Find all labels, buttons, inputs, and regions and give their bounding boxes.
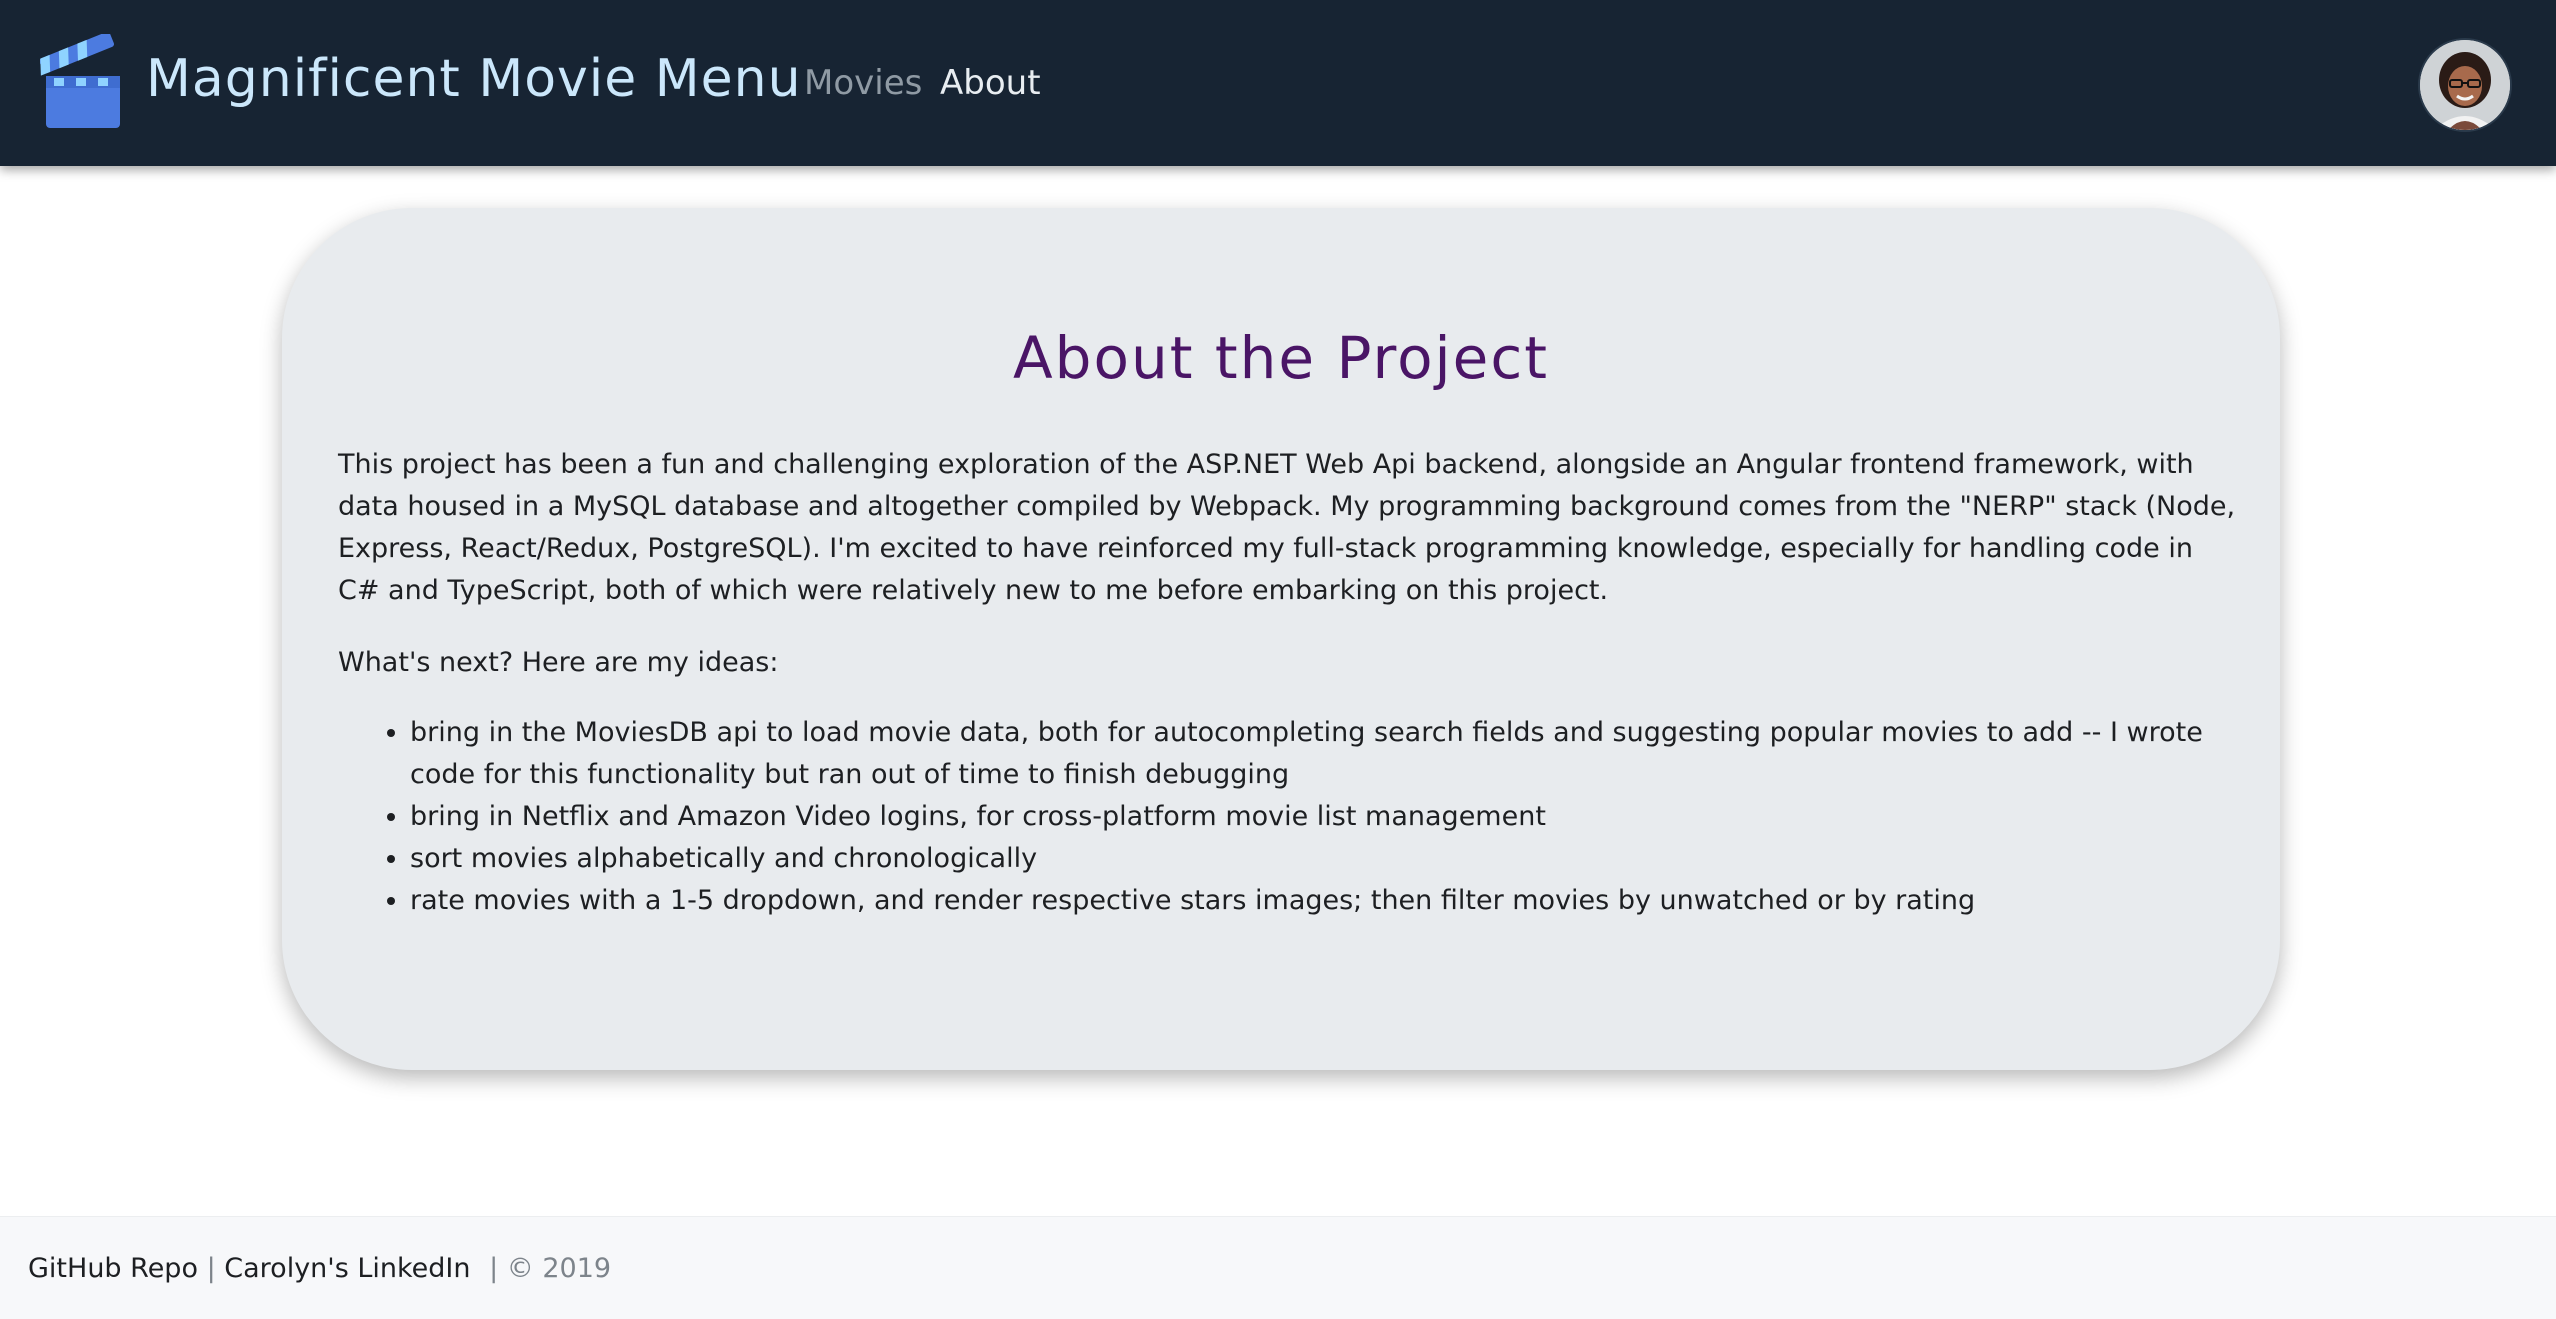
nav-about-link[interactable]: About (940, 60, 1041, 106)
list-item: bring in the MoviesDB api to load movie … (410, 712, 2238, 796)
footer: GitHub Repo | Carolyn's LinkedIn | © 201… (0, 1216, 2556, 1319)
ideas-list: bring in the MoviesDB api to load movie … (338, 712, 2238, 922)
github-repo-link[interactable]: GitHub Repo (28, 1253, 198, 1284)
clapperboard-icon[interactable] (39, 31, 126, 130)
nav-movies-link[interactable]: Movies (804, 60, 922, 106)
page-title: About the Project (1013, 324, 1549, 392)
list-item: bring in Netflix and Amazon Video logins… (410, 796, 2238, 838)
next-heading: What's next? Here are my ideas: (338, 647, 779, 678)
copyright-text: | © 2019 (489, 1253, 612, 1284)
linkedin-link[interactable]: Carolyn's LinkedIn (224, 1253, 470, 1284)
user-avatar[interactable] (2418, 38, 2512, 132)
intro-paragraph: This project has been a fun and challeng… (338, 449, 2236, 606)
about-card: About the Project This project has been … (282, 208, 2280, 1070)
footer-separator: | (206, 1253, 216, 1284)
list-item: rate movies with a 1-5 dropdown, and ren… (410, 880, 2238, 922)
footer-links: GitHub Repo | Carolyn's LinkedIn | © 201… (28, 1249, 611, 1289)
brand-title[interactable]: Magnificent Movie Menu (146, 46, 802, 112)
list-item: sort movies alphabetically and chronolog… (410, 838, 2238, 880)
about-content: This project has been a fun and challeng… (338, 444, 2238, 922)
navbar: Magnificent Movie Menu Movies About (0, 0, 2556, 166)
